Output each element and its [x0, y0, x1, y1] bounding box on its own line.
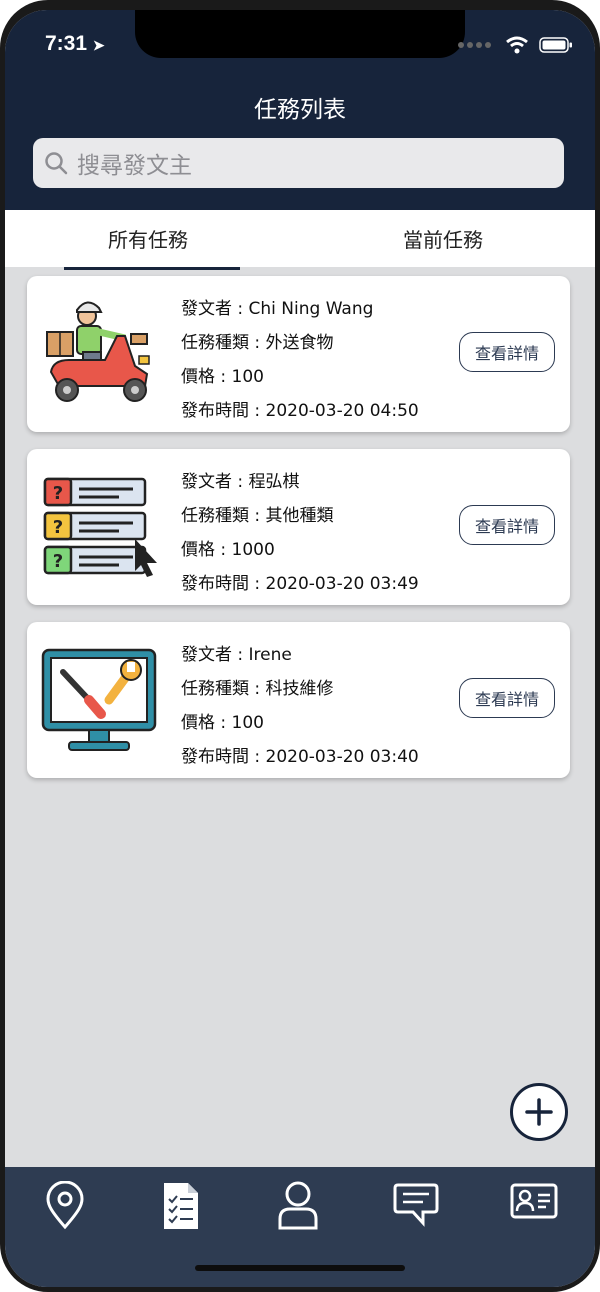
view-details-button[interactable]: 查看詳情: [459, 332, 555, 372]
user-icon[interactable]: [277, 1181, 319, 1231]
id-card-icon[interactable]: [510, 1181, 558, 1221]
task-poster: 發文者 : Irene: [181, 645, 292, 665]
screen: 7:31 ➤ 任務列表 搜尋發文主 所有任務 當前任務 發文者: Chi Ni…: [5, 10, 595, 1287]
header: 7:31 ➤ 任務列表 搜尋發文主: [5, 10, 595, 210]
question-list-icon: ? ? ?: [43, 477, 157, 577]
view-details-button[interactable]: 查看詳情: [459, 505, 555, 545]
repair-monitor-icon: [41, 648, 157, 751]
search-placeholder: 搜尋發文主: [77, 153, 192, 179]
task-type: 任務種類 : 外送食物: [181, 333, 334, 353]
battery-icon: [539, 37, 572, 53]
task-type: 任務種類 : 科技維修: [181, 679, 334, 699]
task-info: 發文者 : 程弘棋 任務種類 : 其他種類 價格 : 1000 發布時間 : 2…: [181, 465, 419, 601]
page-title: 任務列表: [254, 97, 346, 123]
task-time: 發布時間 : 2020-03-20 03:49: [181, 574, 419, 594]
location-pin-icon[interactable]: [45, 1181, 85, 1231]
search-input[interactable]: 搜尋發文主: [33, 138, 564, 188]
tab-indicator: [64, 267, 240, 270]
delivery-scooter-icon: [46, 301, 150, 402]
task-poster: 發文者 : Chi Ning Wang: [181, 299, 374, 319]
task-card[interactable]: ? ? ? 發文者 : 程弘棋 任務種類 : 其他種類 價格 : 1000 發布…: [27, 449, 570, 605]
svg-text:?: ?: [53, 483, 63, 504]
task-price: 價格 : 100: [181, 713, 264, 733]
device-notch: [135, 10, 465, 58]
task-info: 發文者 : Chi Ning Wang 任務種類 : 外送食物 價格 : 100…: [181, 292, 419, 428]
task-card[interactable]: 發文者 : Chi Ning Wang 任務種類 : 外送食物 價格 : 100…: [27, 276, 570, 432]
view-details-button[interactable]: 查看詳情: [459, 678, 555, 718]
task-card[interactable]: 發文者 : Irene 任務種類 : 科技維修 價格 : 100 發布時間 : …: [27, 622, 570, 778]
add-task-button[interactable]: [510, 1083, 568, 1141]
status-icons: [457, 36, 573, 54]
wifi-icon: [506, 36, 528, 54]
home-indicator: [195, 1265, 405, 1271]
signal-icon: [458, 42, 491, 48]
task-price: 價格 : 1000: [181, 540, 275, 560]
task-type: 任務種類 : 其他種類: [181, 506, 334, 526]
location-arrow-icon: ➤: [92, 37, 105, 53]
svg-text:?: ?: [53, 517, 63, 538]
task-info: 發文者 : Irene 任務種類 : 科技維修 價格 : 100 發布時間 : …: [181, 638, 419, 774]
svg-text:?: ?: [53, 551, 63, 572]
status-time: 7:31 ➤: [45, 32, 105, 55]
tab-current-tasks[interactable]: 當前任務: [403, 224, 483, 253]
task-time: 發布時間 : 2020-03-20 03:40: [181, 747, 419, 767]
tab-all-tasks[interactable]: 所有任務: [108, 224, 188, 253]
tab-bar: 所有任務 當前任務: [5, 210, 595, 267]
task-time: 發布時間 : 2020-03-20 04:50: [181, 401, 419, 421]
task-price: 價格 : 100: [181, 367, 264, 387]
plus-icon: [525, 1098, 553, 1126]
search-icon: [45, 152, 68, 175]
task-list-icon[interactable]: [162, 1181, 200, 1231]
device-frame: 7:31 ➤ 任務列表 搜尋發文主 所有任務 當前任務 發文者: Chi Ni…: [0, 0, 600, 1292]
task-poster: 發文者 : 程弘棋: [181, 472, 300, 492]
chat-icon[interactable]: [393, 1181, 439, 1227]
